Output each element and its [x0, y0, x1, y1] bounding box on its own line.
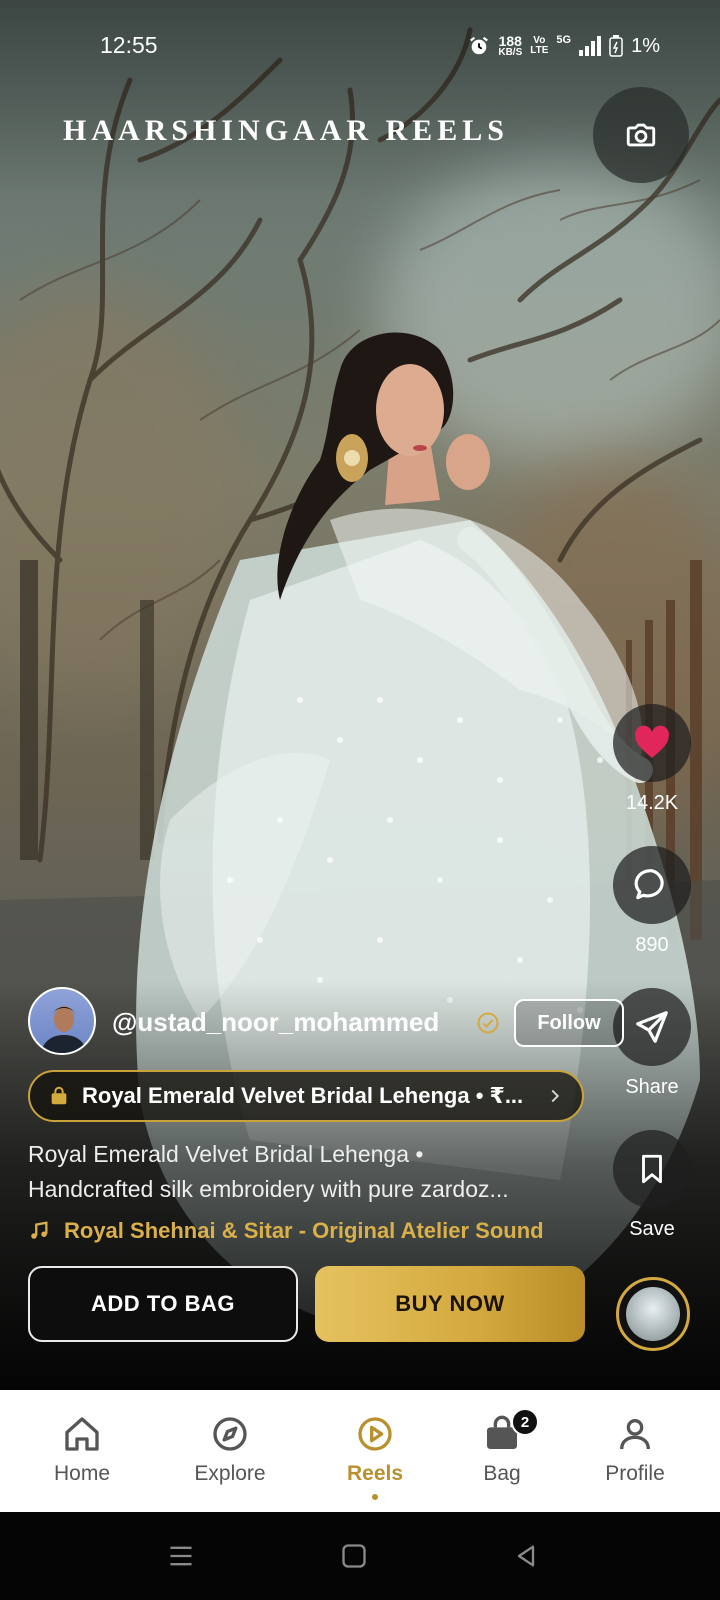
- add-to-bag-button[interactable]: ADD TO BAG: [28, 1266, 298, 1342]
- camera-button[interactable]: [593, 87, 689, 183]
- camera-icon: [626, 123, 656, 147]
- bag-count-badge: 2: [511, 1408, 539, 1436]
- creator-username[interactable]: @ustad_noor_mohammed: [112, 1007, 439, 1038]
- share-label: Share: [625, 1076, 679, 1098]
- heart-icon: [635, 725, 669, 758]
- caption-line-2: Handcrafted silk embroidery with pure za…: [28, 1176, 509, 1202]
- volte-indicator: Vo LTE: [530, 36, 548, 56]
- nav-profile[interactable]: Profile: [570, 1412, 700, 1486]
- status-bar: 12:55 188 KB/S Vo LTE 5G 1%: [0, 32, 720, 62]
- profile-icon: [620, 1419, 650, 1450]
- network-speed-value: 188: [498, 33, 522, 49]
- bottom-navigation: Home Explore Reels 2 Bag Profile: [0, 1390, 720, 1512]
- creator-avatar[interactable]: [28, 987, 96, 1055]
- menu-icon[interactable]: [167, 1542, 195, 1570]
- comment-count: 890: [635, 934, 669, 956]
- back-icon[interactable]: [512, 1542, 540, 1570]
- battery-percent: 1%: [631, 34, 660, 57]
- signal-icon: [579, 36, 602, 56]
- comment-icon: [634, 869, 664, 900]
- caption-line-1: Royal Emerald Velvet Bridal Lehenga •: [28, 1141, 424, 1167]
- like-count: 14.2K: [625, 792, 679, 814]
- status-icons: 188 KB/S Vo LTE 5G 1%: [468, 34, 660, 58]
- nav-bag-label: Bag: [483, 1462, 521, 1485]
- network-speed-unit: KB/S: [498, 47, 523, 58]
- compass-icon: [213, 1417, 247, 1451]
- music-note-icon: [31, 1221, 48, 1239]
- network-type: 5G: [556, 34, 572, 46]
- nav-explore[interactable]: Explore: [165, 1412, 295, 1486]
- system-navigation-bar: [0, 1512, 720, 1600]
- follow-button[interactable]: Follow: [514, 999, 624, 1047]
- page-title: HAARSHINGAAR REELS: [63, 114, 509, 147]
- send-icon: [636, 1011, 668, 1043]
- sound-disc-button[interactable]: [616, 1277, 690, 1351]
- product-link-pill[interactable]: Royal Emerald Velvet Bridal Lehenga • ₹.…: [28, 1070, 584, 1122]
- save-button[interactable]: [613, 1130, 691, 1208]
- verified-icon: [477, 1012, 499, 1034]
- nav-reels-label: Reels: [346, 1462, 404, 1485]
- chevron-right-icon: [551, 1089, 560, 1103]
- sound-disc-thumbnail: [626, 1287, 680, 1341]
- shopping-bag-icon: [48, 1085, 70, 1107]
- save-label: Save: [629, 1218, 675, 1240]
- nav-home-label: Home: [53, 1462, 111, 1485]
- sound-title: Royal Shehnai & Sitar - Original Atelier…: [64, 1218, 544, 1243]
- nav-bag[interactable]: 2 Bag: [437, 1408, 567, 1486]
- nav-home[interactable]: Home: [17, 1412, 147, 1486]
- share-button[interactable]: [613, 988, 691, 1066]
- like-button[interactable]: [613, 704, 691, 782]
- nav-profile-label: Profile: [605, 1462, 665, 1485]
- alarm-icon: [470, 36, 489, 55]
- reel-caption[interactable]: Royal Emerald Velvet Bridal Lehenga • Ha…: [28, 1137, 588, 1207]
- bookmark-icon: [642, 1154, 662, 1184]
- product-pill-text: Royal Emerald Velvet Bridal Lehenga • ₹.…: [82, 1083, 524, 1108]
- active-indicator-dot: [372, 1494, 378, 1500]
- nav-explore-label: Explore: [194, 1462, 266, 1485]
- home-square-icon[interactable]: [340, 1542, 368, 1570]
- network-speed: 188 KB/S: [498, 34, 522, 58]
- home-icon: [65, 1417, 99, 1451]
- sound-link[interactable]: Royal Shehnai & Sitar - Original Atelier…: [28, 1218, 544, 1244]
- status-time: 12:55: [100, 32, 158, 58]
- battery-icon: [609, 35, 623, 57]
- buy-now-button[interactable]: BUY NOW: [315, 1266, 585, 1342]
- volte-label-bottom: LTE: [530, 45, 549, 56]
- comment-button[interactable]: [613, 846, 691, 924]
- nav-reels[interactable]: Reels: [310, 1412, 440, 1500]
- play-circle-icon: [358, 1417, 392, 1451]
